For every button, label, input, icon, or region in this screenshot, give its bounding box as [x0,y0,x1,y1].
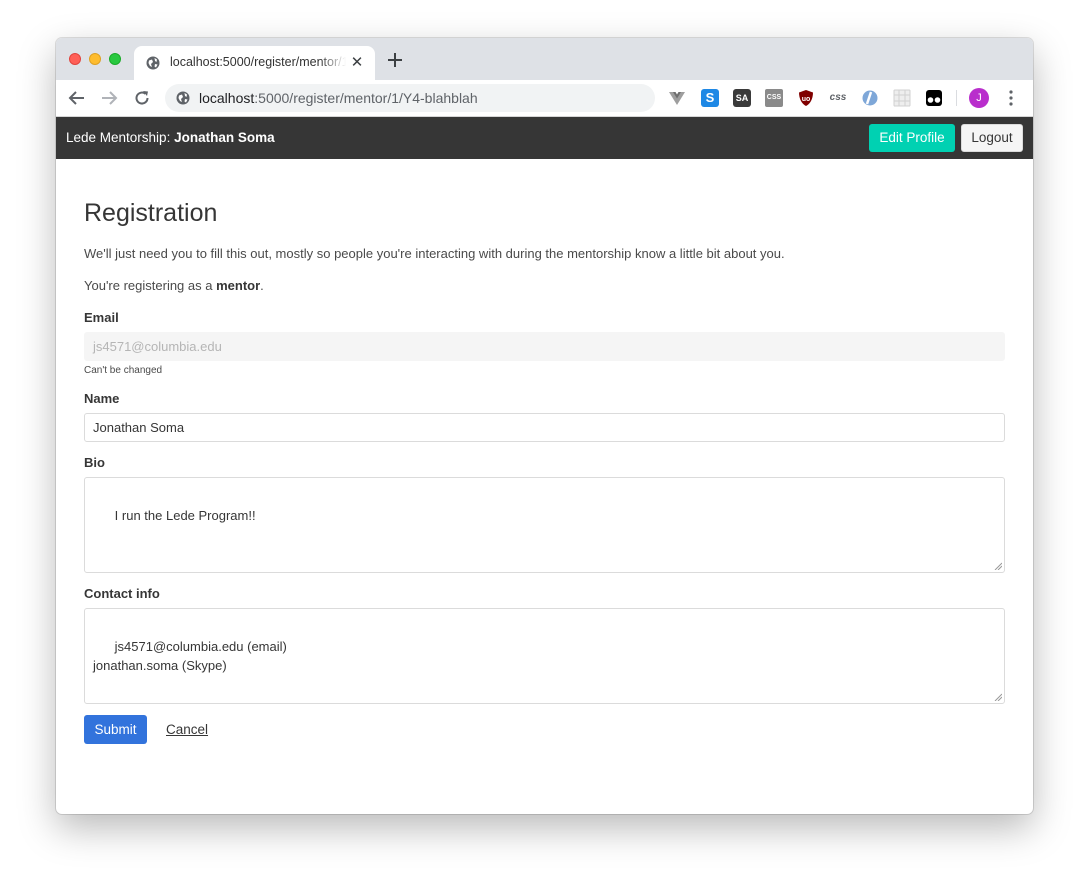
forward-arrow-icon[interactable] [100,89,118,107]
back-arrow-icon[interactable] [68,89,86,107]
s-extension-icon[interactable]: S [701,89,719,107]
maximize-window-button[interactable] [109,53,121,65]
profile-avatar[interactable]: J [969,88,989,108]
role-value: mentor [216,278,261,293]
url-host: localhost [199,90,255,106]
grid-extension-icon[interactable] [893,89,911,107]
site-navbar: Lede Mentorship: Jonathan Soma Edit Prof… [56,117,1033,159]
browser-toolbar: localhost:5000/register/mentor/1/Y4-blah… [56,80,1033,117]
globe-icon [146,56,160,70]
toolbar-separator [956,90,957,106]
sa-extension-icon[interactable]: SA [733,89,751,107]
browser-window: localhost:5000/register/mentor/1/Y4-blah… [56,38,1033,814]
brand-user-name: Jonathan Soma [174,130,275,145]
email-label: Email [84,310,119,325]
contact-info-textarea[interactable]: js4571@columbia.edu (email) jonathan.som… [84,608,1005,704]
brand-prefix: Lede Mentorship: [66,130,175,145]
tab-close-icon[interactable]: ✕ [350,55,364,71]
tab-strip: localhost:5000/register/mentor/1/Y4-blah… [56,38,1033,80]
css-extension-icon[interactable]: css [829,89,847,107]
intro-text: We'll just need you to fill this out, mo… [84,246,785,261]
reload-icon[interactable] [133,89,151,107]
site-info-globe-icon[interactable] [176,91,190,105]
browser-menu-icon[interactable] [1006,89,1016,107]
resize-grip-icon[interactable] [994,562,1002,570]
email-help-text: Can't be changed [84,365,163,376]
bio-text: I run the Lede Program!! [114,508,256,523]
name-label: Name [84,391,120,406]
url-text: localhost:5000/register/mentor/1/Y4-blah… [199,90,478,106]
ublock-origin-icon[interactable]: uo [797,89,815,107]
role-text: You're registering as a mentor. [84,278,264,293]
bio-label: Bio [84,455,105,470]
navbar-brand[interactable]: Lede Mentorship: Jonathan Soma [66,130,275,145]
resize-grip-icon[interactable] [994,693,1002,701]
page-title: Registration [84,199,218,227]
minimize-window-button[interactable] [89,53,101,65]
tampermonkey-icon[interactable] [925,89,943,107]
browser-tab[interactable]: localhost:5000/register/mentor/1/Y4-blah… [134,46,375,80]
tab-title: localhost:5000/register/mentor/1/Y4-blah… [170,55,346,69]
url-path: :5000/register/mentor/1/Y4-blahblah [254,90,478,106]
svg-text:uo: uo [802,96,811,103]
role-suffix: . [260,278,264,293]
email-field: js4571@columbia.edu [84,332,1005,361]
role-prefix: You're registering as a [84,278,217,293]
contact-info-label: Contact info [84,586,160,601]
cancel-link[interactable]: Cancel [166,722,208,737]
bio-textarea[interactable]: I run the Lede Program!! [84,477,1005,573]
edit-profile-button[interactable]: Edit Profile [869,124,955,152]
contact-info-text: js4571@columbia.edu (email) jonathan.som… [93,639,287,673]
css-viewer-icon[interactable]: CSS [765,89,783,107]
ie-tab-icon[interactable] [861,89,879,107]
close-window-button[interactable] [69,53,81,65]
vue-devtools-icon[interactable] [668,89,686,107]
logout-button[interactable]: Logout [961,124,1023,152]
new-tab-plus-icon[interactable] [386,51,404,69]
submit-button[interactable]: Submit [84,715,147,744]
address-bar[interactable]: localhost:5000/register/mentor/1/Y4-blah… [165,84,655,112]
name-field[interactable]: Jonathan Soma [84,413,1005,442]
